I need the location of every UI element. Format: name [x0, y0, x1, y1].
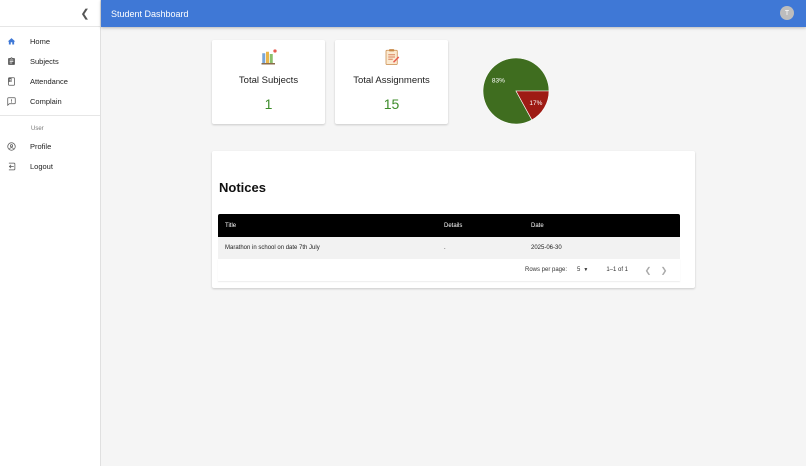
rows-per-page-value: 5	[577, 267, 581, 273]
table-row[interactable]: Marathon in school on date 7th July . 20…	[218, 237, 680, 259]
app-bar: Student Dashboard T	[101, 0, 806, 27]
caret-down-icon: ▼	[583, 267, 589, 273]
account-circle-icon	[7, 141, 16, 151]
table-pagination: Rows per page: 5 ▼ 1–1 of 1 ❮ ❯	[218, 259, 680, 281]
sidebar-item-subjects[interactable]: Subjects	[0, 51, 100, 71]
rows-per-page-select[interactable]: 5 ▼	[577, 267, 588, 273]
sidebar: ❮ Home Subjects Attendance Complain User…	[0, 0, 101, 466]
sidebar-item-label: Home	[30, 36, 51, 46]
pie-slice-label: 17%	[529, 100, 542, 107]
book-icon	[7, 76, 16, 86]
sidebar-section-user: User	[31, 126, 44, 132]
books-icon	[260, 48, 278, 66]
chevron-left-icon[interactable]: ❮	[78, 6, 92, 20]
cell-date: 2025-06-30	[531, 245, 562, 251]
previous-page-button[interactable]: ❮	[640, 266, 656, 275]
home-icon	[7, 37, 16, 46]
sidebar-item-home[interactable]: Home	[0, 31, 100, 51]
logout-icon	[7, 162, 16, 171]
stat-value: 15	[383, 96, 400, 112]
stat-value: 1	[264, 96, 273, 112]
attendance-pie-chart: 83% 17%	[482, 57, 550, 125]
column-title: Title	[225, 222, 237, 229]
pie-slice-label: 83%	[492, 78, 505, 85]
sidebar-header: ❮	[0, 0, 100, 27]
total-subjects-card: Total Subjects 1	[212, 40, 325, 124]
sidebar-item-attendance[interactable]: Attendance	[0, 71, 100, 91]
cell-title: Marathon in school on date 7th July	[225, 245, 320, 251]
stat-label: Total Assignments	[353, 75, 430, 86]
column-details: Details	[444, 222, 463, 229]
notices-table: Title Details Date Marathon in school on…	[218, 214, 680, 281]
feedback-icon	[7, 96, 16, 106]
cell-details: .	[444, 245, 446, 251]
table-header: Title Details Date	[218, 214, 680, 237]
total-assignments-card: Total Assignments 15	[335, 40, 448, 124]
rows-per-page-label: Rows per page:	[524, 267, 568, 273]
sidebar-item-label: Profile	[30, 141, 52, 151]
column-date: Date	[531, 222, 544, 229]
notices-heading: Notices	[219, 180, 266, 195]
sidebar-item-label: Logout	[30, 161, 53, 171]
stat-label: Total Subjects	[238, 75, 299, 86]
sidebar-item-label: Attendance	[30, 76, 68, 86]
avatar[interactable]: T	[780, 6, 794, 20]
page-title: Student Dashboard	[111, 8, 189, 19]
next-page-button[interactable]: ❯	[656, 266, 672, 275]
sidebar-nav: Home Subjects Attendance Complain User P…	[0, 27, 100, 176]
sidebar-item-label: Complain	[30, 96, 62, 106]
notices-card: Notices Title Details Date Marathon in s…	[212, 151, 695, 288]
sidebar-item-logout[interactable]: Logout	[0, 156, 100, 176]
sidebar-item-complain[interactable]: Complain	[0, 91, 100, 111]
clipboard-icon	[7, 56, 16, 66]
assignment-icon	[383, 48, 401, 66]
pagination-range: 1–1 of 1	[606, 267, 628, 273]
sidebar-item-label: Subjects	[30, 56, 59, 66]
sidebar-item-profile[interactable]: Profile	[0, 136, 100, 156]
sidebar-divider	[0, 115, 100, 116]
